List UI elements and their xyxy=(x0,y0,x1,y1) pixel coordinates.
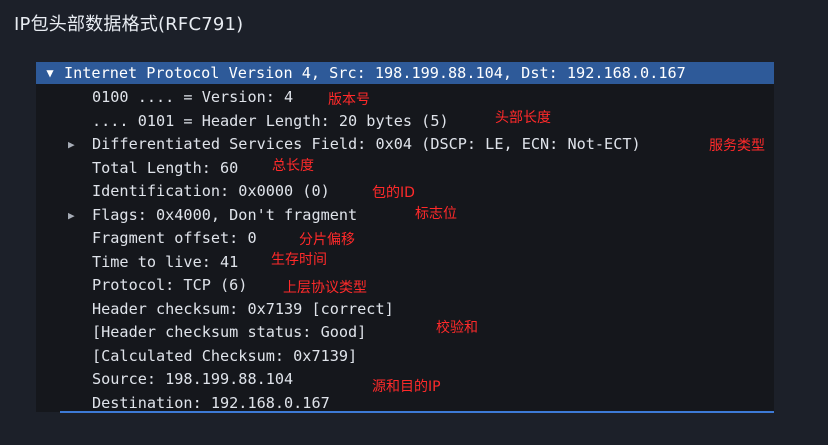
annotation-ttl: 生存时间 xyxy=(271,252,327,268)
field-header-length[interactable]: .... 0101 = Header Length: 20 bytes (5) xyxy=(92,110,449,134)
expand-right-icon[interactable]: ▶ xyxy=(68,133,75,157)
field-fragment-offset[interactable]: Fragment offset: 0 xyxy=(92,227,257,251)
annotation-service-type: 服务类型 xyxy=(709,138,765,154)
field-source[interactable]: Source: 198.199.88.104 xyxy=(92,368,293,392)
expand-right-icon[interactable]: ▶ xyxy=(68,204,75,228)
field-flags[interactable]: ▶ Flags: 0x4000, Don't fragment xyxy=(68,204,357,228)
field-dsfield[interactable]: ▶ Differentiated Services Field: 0x04 (DS… xyxy=(68,133,641,157)
packet-detail-tree: ▼ Internet Protocol Version 4, Src: 198.1… xyxy=(36,62,774,412)
tree-header-label: Internet Protocol Version 4, Src: 198.19… xyxy=(64,64,686,82)
annotation-protocol: 上层协议类型 xyxy=(283,280,367,296)
field-identification[interactable]: Identification: 0x0000 (0) xyxy=(92,180,330,204)
field-header-checksum[interactable]: Header checksum: 0x7139 [correct] xyxy=(92,298,394,322)
field-total-length[interactable]: Total Length: 60 xyxy=(92,157,238,181)
expand-down-icon[interactable]: ▼ xyxy=(36,62,64,84)
annotation-flags: 标志位 xyxy=(415,206,457,222)
annotation-fragment: 分片偏移 xyxy=(299,232,355,248)
annotation-version: 版本号 xyxy=(328,92,370,108)
panel-bottom-border xyxy=(60,411,774,413)
annotation-checksum: 校验和 xyxy=(436,320,478,336)
annotation-addresses: 源和目的IP xyxy=(372,379,441,395)
page-title: IP包头部数据格式(RFC791) xyxy=(14,14,244,35)
annotation-packet-id: 包的ID xyxy=(372,185,415,201)
field-protocol[interactable]: Protocol: TCP (6) xyxy=(92,274,247,298)
annotation-total-length: 总长度 xyxy=(272,158,314,174)
field-version[interactable]: 0100 .... = Version: 4 xyxy=(92,86,293,110)
field-calculated-checksum[interactable]: [Calculated Checksum: 0x7139] xyxy=(92,345,357,369)
annotation-header-length: 头部长度 xyxy=(495,110,551,126)
field-checksum-status[interactable]: [Header checksum status: Good] xyxy=(92,321,366,345)
tree-header-ipv4[interactable]: ▼ Internet Protocol Version 4, Src: 198.1… xyxy=(36,62,774,84)
field-ttl[interactable]: Time to live: 41 xyxy=(92,251,238,275)
